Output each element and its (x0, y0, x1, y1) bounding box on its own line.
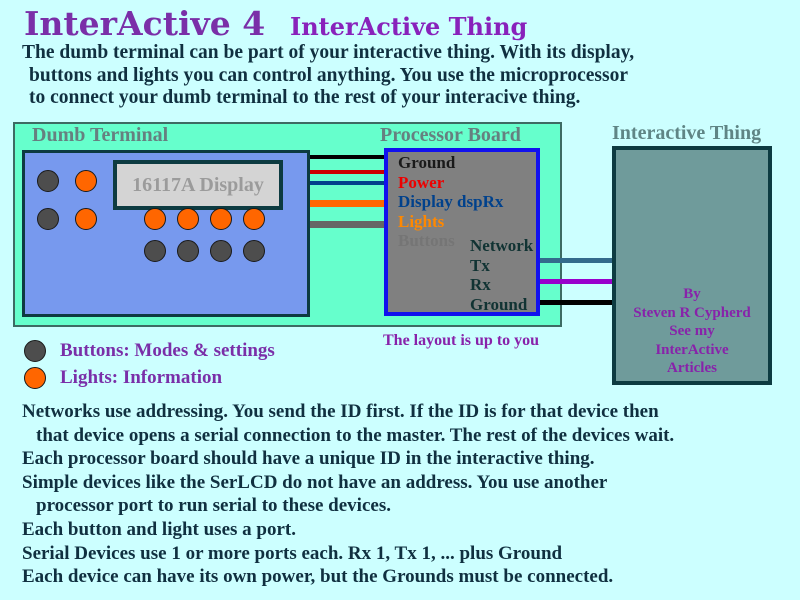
terminal-button[interactable] (243, 240, 265, 262)
note-line: that device opens a serial connection to… (36, 424, 675, 446)
terminal-button[interactable] (37, 208, 59, 230)
terminal-button[interactable] (144, 240, 166, 262)
processor-network-pin-label: Tx (470, 255, 490, 275)
terminal-button[interactable] (210, 240, 232, 262)
notes-paragraph: Networks use addressing. You send the ID… (22, 400, 792, 589)
interactive-thing-label: Interactive Thing (612, 122, 762, 144)
dumb-terminal-label: Dumb Terminal (32, 124, 169, 146)
credit-line: Articles (667, 360, 717, 376)
intro-paragraph: The dumb terminal can be part of your in… (22, 42, 782, 110)
page-subtitle: InterActive Thing (290, 12, 528, 41)
processor-board-label: Processor Board (380, 124, 521, 146)
display-model-label: 16117A Display (132, 173, 264, 196)
note-line: Serial Devices use 1 or more ports each.… (22, 542, 563, 564)
processor-network-pin-label: Ground (470, 294, 528, 314)
intro-line: to connect your dumb terminal to the res… (29, 87, 581, 108)
terminal-light[interactable] (210, 208, 232, 230)
note-line: Each device can have its own power, but … (22, 566, 614, 588)
legend-label: Lights: Information (60, 367, 223, 388)
terminal-light[interactable] (177, 208, 199, 230)
intro-line: The dumb terminal can be part of your in… (22, 42, 635, 63)
page-title: InterActive 4 (24, 4, 266, 43)
terminal-light[interactable] (75, 170, 97, 192)
button-swatch-icon (24, 340, 46, 362)
processor-pin-label: Ground (398, 153, 456, 172)
processor-pin-label: Power (398, 172, 445, 192)
credit-line: InterActive (655, 341, 729, 358)
power-wire (310, 170, 386, 174)
note-line: Simple devices like the SerLCD do not ha… (22, 471, 608, 493)
note-line: processor port to run serial to these de… (36, 495, 391, 517)
network-tx-wire (540, 258, 615, 263)
note-line: Networks use addressing. You send the ID… (22, 401, 659, 422)
credit-line: By (683, 286, 701, 302)
legend-item: Lights: Information (24, 367, 222, 389)
layout-caption: The layout is up to you (383, 332, 540, 349)
processor-network-pin-label: Rx (470, 275, 491, 294)
terminal-button[interactable] (177, 240, 199, 262)
light-swatch-icon (24, 367, 46, 389)
buttons-wire (310, 221, 386, 228)
ground-wire (540, 300, 615, 305)
credit-line: Steven R Cypherd (633, 304, 751, 321)
terminal-light[interactable] (75, 208, 97, 230)
processor-pin-label: Display dspRx (398, 192, 504, 211)
slide-canvas: InterActive 4 InterActive Thing The dumb… (0, 0, 800, 600)
terminal-light[interactable] (144, 208, 166, 230)
rx-wire (540, 279, 615, 284)
display-wire (310, 181, 388, 185)
author-credit: By Steven R Cypherd See my InterActive Artic… (612, 285, 772, 378)
terminal-light[interactable] (243, 208, 265, 230)
legend-item: Buttons: Modes & settings (24, 340, 275, 362)
processor-right-pin-list: Network Tx Rx Ground (470, 236, 533, 314)
note-line: Each processor board should have a uniqu… (22, 448, 595, 470)
processor-network-pin-label: Network (470, 236, 534, 255)
lights-wire (310, 200, 386, 207)
intro-line: buttons and lights you can control anyth… (29, 64, 628, 86)
note-line: Each button and light uses a port. (22, 518, 296, 540)
terminal-button[interactable] (37, 170, 59, 192)
processor-pin-label: Lights (398, 211, 445, 231)
terminal-display: 16117A Display (113, 160, 283, 210)
credit-line: See my (669, 323, 715, 339)
legend-label: Buttons: Modes & settings (60, 340, 275, 361)
ground-wire (310, 155, 388, 159)
